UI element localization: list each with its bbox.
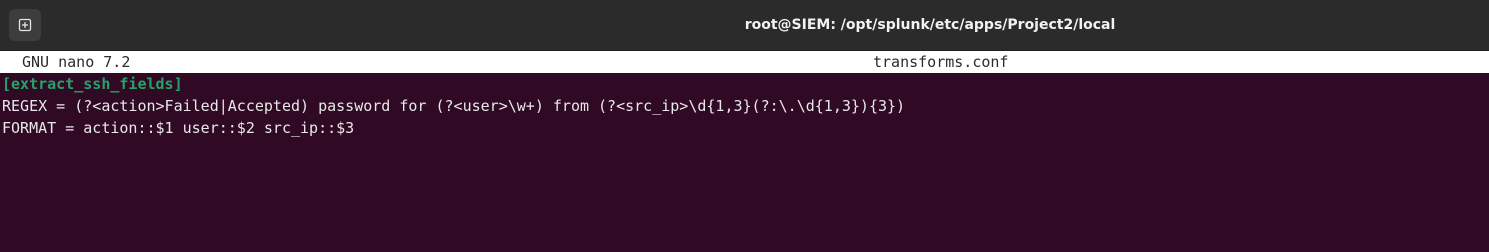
terminal-area[interactable]: GNU nano 7.2 transforms.conf [extract_ss… [0,51,1489,252]
new-tab-plus-icon [17,17,33,33]
window-title: root@SIEM: /opt/splunk/etc/apps/Project2… [744,17,1116,33]
nano-version: GNU nano 7.2 [22,53,131,71]
editor-line-section-header[interactable]: [extract_ssh_fields] [2,73,183,95]
editor-line-regex[interactable]: REGEX = (?<action>Failed|Accepted) passw… [2,95,905,117]
editor-line-format[interactable]: FORMAT = action::$1 user::$2 src_ip::$3 [2,117,354,139]
terminal-window: root@SIEM: /opt/splunk/etc/apps/Project2… [0,0,1489,252]
new-tab-button[interactable] [9,9,41,41]
title-bar: root@SIEM: /opt/splunk/etc/apps/Project2… [0,0,1489,51]
nano-header-bar: GNU nano 7.2 transforms.conf [0,51,1489,73]
nano-filename: transforms.conf [873,53,1009,71]
